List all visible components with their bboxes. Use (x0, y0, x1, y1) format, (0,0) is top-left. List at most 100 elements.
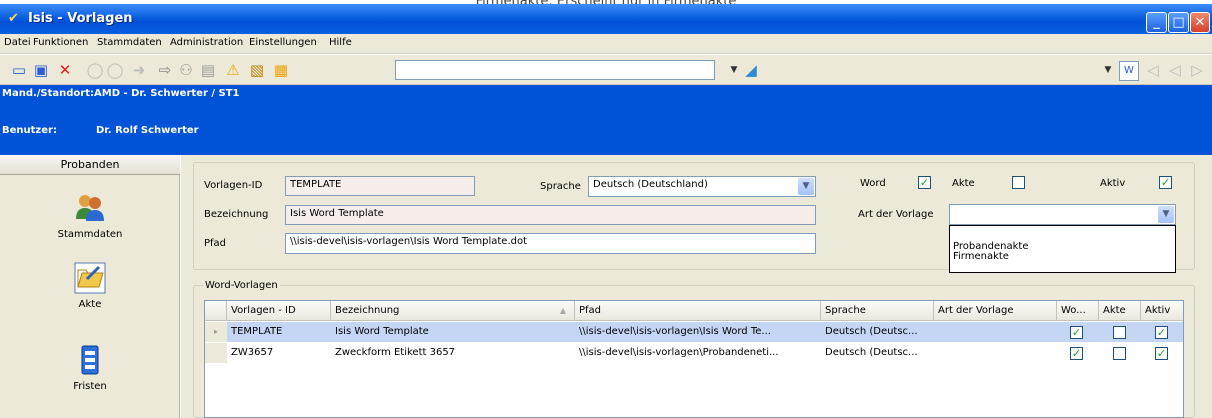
sidebar-item-label: Stammdaten (57, 229, 123, 240)
art-der-vorlage-label: Art der Vorlage (858, 209, 934, 220)
cell-sprache: Deutsch (Deutsc... (825, 326, 918, 337)
sidebar-item-akte[interactable]: Akte (0, 261, 180, 310)
aktiv-checkbox[interactable]: ✓ (1159, 176, 1172, 189)
benutzer-bar: Benutzer: Dr. Rolf Schwerter (0, 121, 1212, 155)
menu-funktionen[interactable]: Funktionen (33, 37, 88, 48)
sprache-label: Sprache (540, 181, 581, 192)
word-checkbox[interactable]: ✓ (918, 176, 931, 189)
toolbar: ▭ ▣ ✕ ◯ ◯ ➜ ⇨ ⚇ ▤ ⚠ ▧ ▦ ▼ ◢ ▼ W ◁ ◁ ▷ (0, 55, 1212, 85)
column-header-pfad[interactable]: Pfad (575, 301, 821, 321)
vorlagen-table: Vorlagen - ID Bezeichnung ▲ Pfad Sprache … (204, 300, 1184, 418)
column-header-word[interactable]: Wo... (1057, 301, 1099, 321)
sprache-select[interactable]: Deutsch (Deutschland) ▼ (588, 176, 816, 197)
checkmark-icon: ✓ (1156, 326, 1167, 339)
art-der-vorlage-dropdown-list: Probandenakte Firmenakte (949, 225, 1176, 273)
cell-aktiv-checkbox[interactable]: ✓ (1155, 326, 1168, 339)
warning-icon[interactable]: ⚠ (224, 61, 242, 79)
mandant-label: Mand./Standort: (2, 88, 95, 99)
sprache-value: Deutsch (Deutschland) (593, 179, 708, 190)
pfad-label: Pfad (204, 238, 227, 249)
search-input[interactable] (395, 60, 715, 80)
menu-administration[interactable]: Administration (170, 37, 243, 48)
view-dropdown-icon[interactable]: ▼ (1099, 61, 1117, 79)
cell-word-checkbox[interactable]: ✓ (1070, 326, 1083, 339)
minimize-icon: _ (1153, 15, 1160, 30)
cell-art (934, 322, 1057, 342)
aktiv-label: Aktiv (1100, 178, 1126, 189)
calendar-icon (73, 343, 107, 377)
close-icon: ✕ (1194, 15, 1206, 30)
sidebar-item-label: Akte (78, 299, 102, 310)
cell-akte-checkbox[interactable] (1113, 347, 1126, 360)
word-label: Word (860, 178, 886, 189)
app-logo-icon: ✔ (8, 11, 19, 26)
menu-datei[interactable]: Datei (4, 37, 31, 48)
checkmark-icon: ✓ (1156, 347, 1167, 360)
pfad-field[interactable]: \\isis-devel\isis-vorlagen\Isis Word Tem… (285, 233, 816, 254)
delete-icon[interactable]: ✕ (56, 61, 74, 79)
title-bar: ✔ Isis - Vorlagen _ □ ✕ (0, 4, 1212, 34)
word-icon[interactable]: W (1119, 61, 1139, 81)
export-icon[interactable]: ⇨ (156, 61, 174, 79)
new-icon[interactable]: ▭ (10, 61, 28, 79)
forward-icon[interactable]: ◯ (106, 61, 124, 79)
column-header-akte[interactable]: Akte (1099, 301, 1141, 321)
link-icon[interactable]: ⚇ (177, 61, 195, 79)
dropdown-option[interactable]: Firmenakte (950, 252, 1175, 262)
column-header-bezeichnung[interactable]: Bezeichnung ▲ (331, 301, 575, 321)
row-selector-header (205, 301, 227, 321)
art-der-vorlage-select[interactable]: ▼ (949, 204, 1176, 225)
row-selector[interactable] (205, 343, 227, 363)
cell-word-checkbox[interactable]: ✓ (1070, 347, 1083, 360)
chevron-down-icon[interactable]: ▼ (798, 178, 814, 195)
refresh-icon[interactable]: ➜ (130, 61, 148, 79)
benutzer-value: Dr. Rolf Schwerter (96, 125, 199, 136)
checkmark-icon: ✓ (1071, 326, 1082, 339)
sidebar-item-stammdaten[interactable]: Stammdaten (0, 191, 180, 240)
maximize-button[interactable]: □ (1168, 12, 1189, 33)
nav-next-icon[interactable]: ▷ (1188, 61, 1206, 79)
cell-id: ZW3657 (231, 347, 274, 358)
cell-sprache: Deutsch (Deutsc... (825, 347, 918, 358)
sidebar-item-label: Fristen (73, 381, 107, 392)
akte-label: Akte (952, 178, 975, 189)
sidebar-item-fristen[interactable]: Fristen (0, 343, 180, 392)
column-header-sprache[interactable]: Sprache (821, 301, 934, 321)
print-icon[interactable]: ▧ (248, 61, 266, 79)
save-icon[interactable]: ▣ (32, 61, 50, 79)
checkmark-icon: ✓ (1071, 347, 1082, 360)
sidebar-header[interactable]: Probanden (0, 155, 180, 175)
bezeichnung-field[interactable]: Isis Word Template (285, 205, 816, 225)
menu-einstellungen[interactable]: Einstellungen (249, 37, 317, 48)
cell-pfad: \\isis-devel\isis-vorlagen\Isis Word Te.… (579, 326, 771, 337)
cell-id: TEMPLATE (231, 326, 283, 337)
mandant-value: AMD - Dr. Schwerter / ST1 (94, 88, 240, 99)
vorlagen-id-field[interactable]: TEMPLATE (285, 176, 475, 196)
notes-icon[interactable]: ▦ (272, 61, 290, 79)
search-icon[interactable]: ◢ (742, 61, 760, 79)
maximize-icon: □ (1172, 15, 1185, 30)
back-icon[interactable]: ◯ (86, 61, 104, 79)
column-header-label: Bezeichnung (335, 305, 400, 316)
chevron-down-icon[interactable]: ▼ (1158, 206, 1174, 223)
cell-bezeichnung: Zweckform Etikett 3657 (335, 347, 456, 358)
column-header-id[interactable]: Vorlagen - ID (227, 301, 331, 321)
word-vorlagen-label: Word-Vorlagen (203, 280, 280, 291)
close-button[interactable]: ✕ (1190, 12, 1210, 33)
benutzer-label: Benutzer: (2, 125, 57, 136)
nav-prev-icon[interactable]: ◁ (1166, 61, 1184, 79)
column-header-art[interactable]: Art der Vorlage (934, 301, 1057, 321)
search-dropdown-icon[interactable]: ▼ (725, 61, 743, 79)
menu-stammdaten[interactable]: Stammdaten (97, 37, 162, 48)
row-pointer-icon: ▸ (205, 322, 227, 342)
column-header-aktiv[interactable]: Aktiv (1141, 301, 1183, 321)
minimize-button[interactable]: _ (1146, 12, 1167, 33)
cell-aktiv-checkbox[interactable]: ✓ (1155, 347, 1168, 360)
cell-art (934, 343, 1057, 363)
cell-akte-checkbox[interactable] (1113, 326, 1126, 339)
dropdown-option[interactable] (950, 226, 1175, 242)
menu-hilfe[interactable]: Hilfe (329, 37, 352, 48)
nav-first-icon[interactable]: ◁ (1144, 61, 1162, 79)
document-icon[interactable]: ▤ (199, 61, 217, 79)
akte-checkbox[interactable] (1012, 176, 1025, 189)
